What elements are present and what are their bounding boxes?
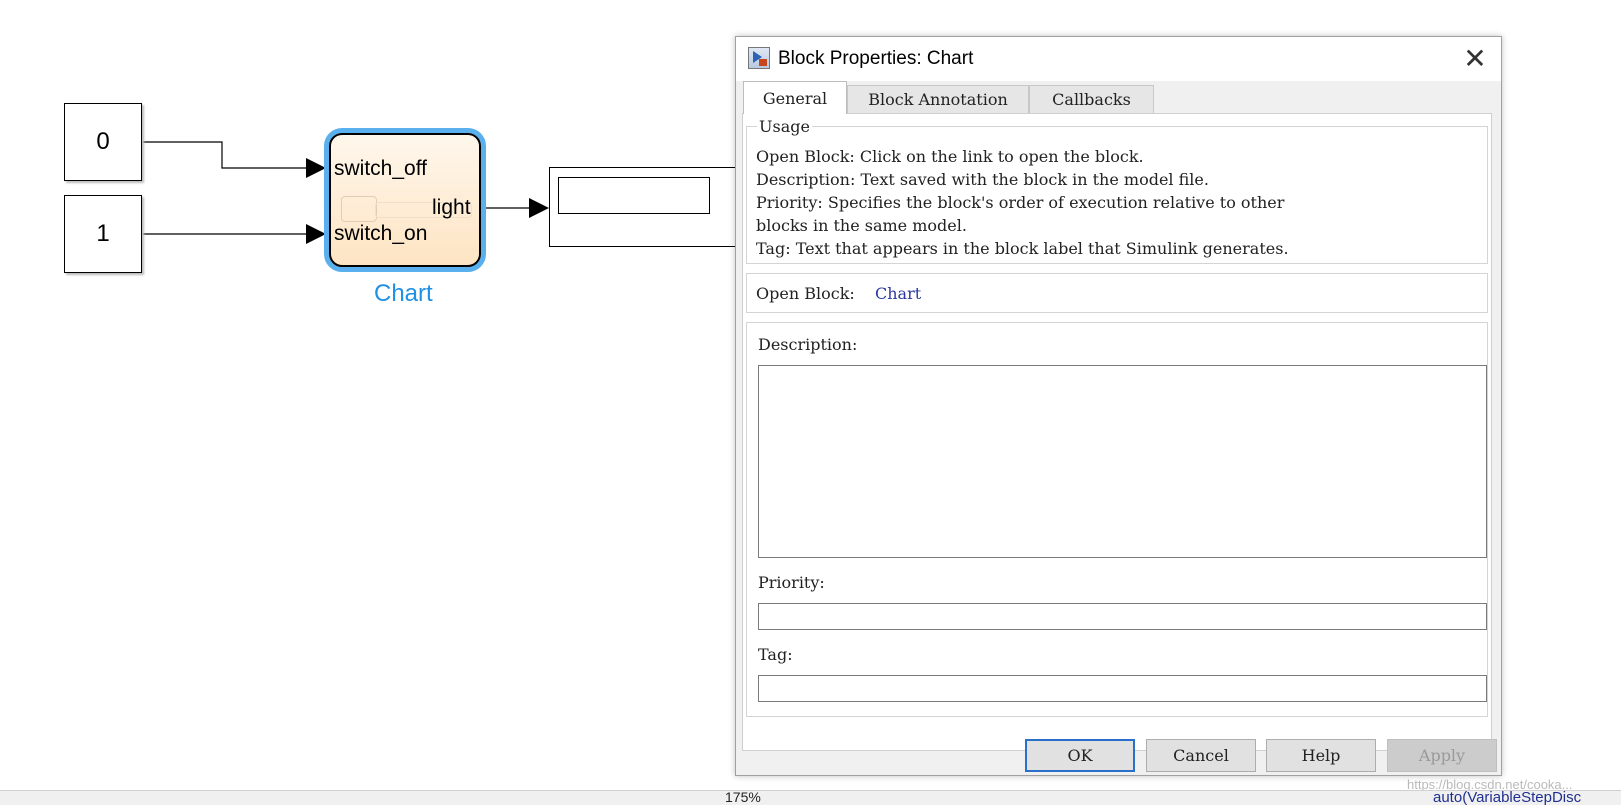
tab-callbacks[interactable]: Callbacks bbox=[1029, 85, 1154, 113]
open-block-label: Open Block: bbox=[756, 284, 855, 303]
usage-line: Description: Text saved with the block i… bbox=[756, 170, 1209, 189]
tag-field[interactable] bbox=[758, 675, 1487, 702]
block-properties-icon bbox=[748, 47, 770, 69]
display-block[interactable] bbox=[549, 167, 739, 247]
usage-line: Tag: Text that appears in the block labe… bbox=[756, 239, 1289, 258]
usage-line: Priority: Specifies the block's order of… bbox=[756, 193, 1285, 212]
arrow-switch-off bbox=[306, 158, 326, 178]
description-field[interactable] bbox=[758, 365, 1487, 558]
apply-button[interactable]: Apply bbox=[1387, 739, 1497, 772]
usage-line: blocks in the same model. bbox=[756, 216, 967, 235]
chart-preview-state bbox=[341, 196, 377, 222]
usage-group: Usage Open Block: Click on the link to o… bbox=[746, 117, 1488, 264]
close-icon[interactable]: ✕ bbox=[1459, 43, 1491, 75]
description-label: Description: bbox=[758, 335, 858, 354]
dialog-titlebar[interactable]: Block Properties: Chart ✕ bbox=[736, 37, 1501, 81]
ok-button[interactable]: OK bbox=[1025, 739, 1135, 772]
chart-block-name[interactable]: Chart bbox=[374, 280, 433, 308]
signal-line-0 bbox=[143, 141, 310, 169]
zoom-level: 175% bbox=[725, 790, 761, 805]
usage-legend: Usage bbox=[757, 117, 812, 136]
display-value-box bbox=[558, 177, 710, 214]
cancel-button[interactable]: Cancel bbox=[1146, 739, 1256, 772]
general-tab-panel: Usage Open Block: Click on the link to o… bbox=[742, 113, 1492, 751]
priority-label: Priority: bbox=[758, 573, 825, 592]
solver-status[interactable]: auto(VariableStepDisc bbox=[1433, 791, 1581, 805]
constant-block-0[interactable]: 0 bbox=[64, 103, 142, 181]
open-block-link[interactable]: Chart bbox=[875, 284, 921, 303]
usage-line: Open Block: Click on the link to open th… bbox=[756, 147, 1144, 166]
constant-value: 1 bbox=[96, 220, 110, 247]
priority-field[interactable] bbox=[758, 603, 1487, 630]
status-bar: 175% auto(VariableStepDisc bbox=[0, 790, 1621, 805]
tag-label: Tag: bbox=[758, 645, 793, 664]
chart-input-switch-off: switch_off bbox=[334, 157, 427, 180]
open-block-group: Open Block: Chart bbox=[746, 273, 1488, 313]
constant-value: 0 bbox=[96, 128, 110, 155]
block-properties-dialog: Block Properties: Chart ✕ General Block … bbox=[735, 36, 1502, 776]
arrow-switch-on bbox=[306, 224, 326, 244]
chart-input-switch-on: switch_on bbox=[334, 222, 428, 245]
dialog-title: Block Properties: Chart bbox=[778, 48, 974, 69]
arrow-light bbox=[529, 198, 549, 218]
constant-block-1[interactable]: 1 bbox=[64, 195, 142, 273]
tab-block-annotation[interactable]: Block Annotation bbox=[847, 85, 1029, 113]
help-button[interactable]: Help bbox=[1266, 739, 1376, 772]
properties-group: Description: Priority: Tag: bbox=[746, 322, 1488, 717]
tab-general[interactable]: General bbox=[743, 81, 847, 114]
chart-output-light: light bbox=[432, 196, 471, 219]
